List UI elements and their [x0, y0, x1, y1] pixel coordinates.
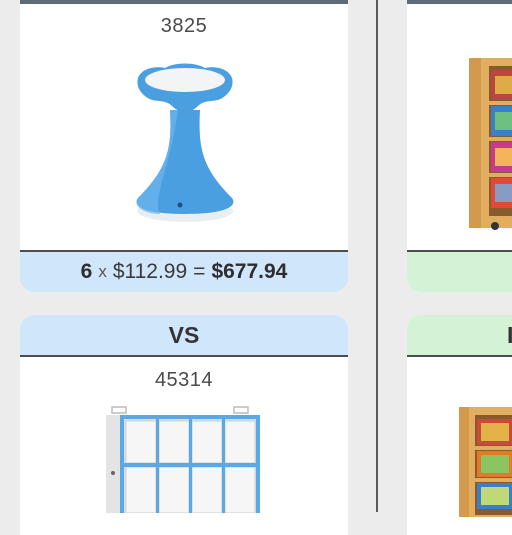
- card-top-rule: [407, 0, 512, 4]
- vs-header: VS: [20, 315, 348, 357]
- product-card-shelving-2[interactable]: I: [407, 315, 512, 535]
- times-sign: x: [98, 262, 107, 281]
- product-card-shelving[interactable]: [407, 0, 512, 292]
- product-sku: 45314: [154, 369, 214, 391]
- unit-price: $112.99: [112, 260, 188, 283]
- price-calculation: 6 x $112.99 = $677.94: [20, 250, 348, 292]
- product-card-stool[interactable]: 3825 6 x $112.99 = $677.94: [20, 0, 348, 292]
- product-image-cubby: [106, 406, 260, 513]
- product-sku: 3825: [160, 15, 208, 37]
- equals-sign: =: [193, 260, 206, 283]
- card-top-rule: [20, 0, 348, 4]
- total-price: $677.94: [211, 260, 288, 283]
- column-divider: [376, 0, 378, 512]
- product-image-shelving-2: [459, 407, 512, 517]
- compare-header: I: [407, 315, 512, 357]
- product-card-cubby[interactable]: VS 45314: [20, 315, 348, 535]
- quantity: 6: [80, 260, 93, 283]
- product-image-stool: [136, 63, 234, 222]
- product-image-shelving: [469, 58, 512, 230]
- price-calculation-partial: [407, 250, 512, 292]
